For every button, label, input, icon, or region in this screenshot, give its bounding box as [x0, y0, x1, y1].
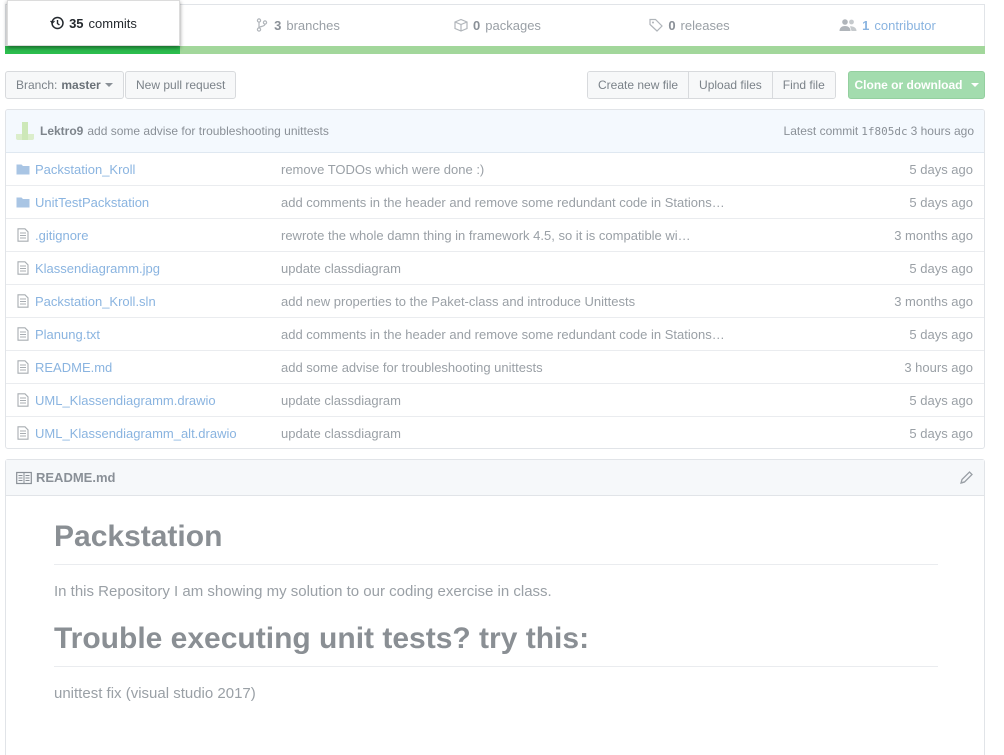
- branch-select-button[interactable]: Branch: master: [5, 71, 124, 99]
- commits-label: commits: [88, 15, 137, 31]
- file-name-link[interactable]: Planung.txt: [35, 327, 100, 342]
- commit-age: 3 hours ago: [910, 124, 974, 138]
- file-actions-group: Create new file Upload files Find file: [587, 71, 836, 99]
- file-name-link[interactable]: README.md: [35, 360, 112, 375]
- file-row: Packstation_Kroll.sln add new properties …: [6, 285, 984, 318]
- releases-count: 0: [668, 17, 676, 33]
- branch-name: master: [61, 78, 101, 92]
- file-icon: [17, 393, 29, 407]
- file-row: UML_Klassendiagramm.drawio update classdi…: [6, 384, 984, 417]
- file-commit-message[interactable]: update classdiagram: [281, 426, 401, 441]
- readme-paragraph-1: In this Repository I am showing my solut…: [54, 583, 552, 600]
- file-icon: [17, 261, 29, 275]
- file-name-link[interactable]: UnitTestPackstation: [35, 195, 149, 210]
- commit-message[interactable]: add some advise for troubleshooting unit…: [87, 124, 328, 138]
- folder-icon: [16, 164, 30, 175]
- file-icon: [17, 360, 29, 374]
- avatar[interactable]: [16, 122, 34, 140]
- commits-tab[interactable]: 35 commits: [7, 0, 180, 46]
- branch-prefix: Branch:: [16, 78, 58, 92]
- file-commit-message[interactable]: add comments in the header and remove so…: [281, 327, 725, 342]
- file-age: 3 hours ago: [904, 359, 973, 375]
- file-row: .gitignore rewrote the whole damn thing i…: [6, 219, 984, 252]
- chevron-down-icon: [104, 83, 113, 87]
- file-commit-message[interactable]: add new properties to the Paket-class an…: [281, 294, 635, 309]
- file-row: UnitTestPackstation add comments in the h…: [6, 186, 984, 219]
- contributors-count: 1: [862, 17, 870, 33]
- file-row: UML_Klassendiagramm_alt.drawio update cla…: [6, 417, 984, 448]
- package-icon: [454, 18, 468, 32]
- latest-commit-bar: Lektro9 add some advise for troubleshoot…: [6, 110, 984, 153]
- clone-or-download-label: Clone or download: [854, 78, 963, 92]
- file-age: 3 months ago: [894, 227, 973, 243]
- file-age: 5 days ago: [909, 392, 973, 408]
- file-commit-message[interactable]: remove TODOs which were done :): [281, 162, 484, 177]
- people-icon: [839, 19, 857, 31]
- file-age: 3 months ago: [894, 293, 973, 309]
- readme-heading-2: Trouble executing unit tests? try this:: [54, 622, 938, 667]
- file-icon: [17, 294, 29, 308]
- new-pull-request-label: New pull request: [136, 78, 226, 92]
- file-age: 5 days ago: [909, 194, 973, 210]
- file-name-link[interactable]: Packstation_Kroll: [35, 162, 135, 177]
- language-bar-segment: [5, 46, 180, 54]
- contributors-label: contributor: [874, 17, 936, 33]
- commit-sha[interactable]: 1f805dc: [861, 125, 907, 138]
- commit-author[interactable]: Lektro9: [40, 124, 83, 138]
- book-icon: [16, 471, 32, 484]
- branch-icon: [256, 18, 268, 32]
- branches-count: 3: [274, 17, 282, 33]
- file-name-link[interactable]: UML_Klassendiagramm.drawio: [35, 393, 216, 408]
- readme-heading-1: Packstation: [54, 520, 938, 565]
- latest-commit-label: Latest commit: [783, 124, 859, 138]
- new-pull-request-button[interactable]: New pull request: [125, 71, 237, 99]
- file-commit-message[interactable]: update classdiagram: [281, 261, 401, 276]
- file-commit-message[interactable]: add comments in the header and remove so…: [281, 195, 725, 210]
- contributors-tab[interactable]: 1 contributor: [770, 4, 1004, 46]
- create-new-file-button[interactable]: Create new file: [588, 72, 690, 98]
- pencil-icon[interactable]: [958, 470, 974, 486]
- commits-count: 35: [69, 15, 84, 31]
- file-table: Lektro9 add some advise for troubleshoot…: [5, 109, 985, 449]
- folder-icon: [16, 197, 30, 208]
- find-file-button[interactable]: Find file: [772, 72, 835, 98]
- file-commit-message[interactable]: add some advise for troubleshooting unit…: [281, 360, 543, 375]
- file-commit-message[interactable]: rewrote the whole damn thing in framewor…: [281, 228, 691, 243]
- file-name-link[interactable]: .gitignore: [35, 228, 88, 243]
- packages-label: packages: [485, 17, 541, 33]
- file-icon: [17, 426, 29, 440]
- language-bar: [5, 46, 985, 54]
- file-name-link[interactable]: Packstation_Kroll.sln: [35, 294, 156, 309]
- file-age: 5 days ago: [909, 326, 973, 342]
- readme-paragraph-2: unittest fix (visual studio 2017): [54, 685, 256, 702]
- file-icon: [17, 327, 29, 341]
- readme-header: README.md: [6, 460, 984, 496]
- file-commit-message[interactable]: update classdiagram: [281, 393, 401, 408]
- upload-files-button[interactable]: Upload files: [689, 72, 773, 98]
- file-row: Klassendiagramm.jpg update classdiagram 5 …: [6, 252, 984, 285]
- file-row: Planung.txt add comments in the header an…: [6, 318, 984, 351]
- packages-count: 0: [473, 17, 481, 33]
- tag-icon: [649, 18, 664, 32]
- file-age: 5 days ago: [909, 161, 973, 177]
- readme-content: Packstation In this Repository I am show…: [54, 520, 938, 724]
- file-age: 5 days ago: [909, 426, 973, 441]
- chevron-down-icon: [970, 83, 979, 87]
- file-icon: [17, 228, 29, 242]
- file-age: 5 days ago: [909, 260, 973, 276]
- releases-label: releases: [680, 17, 730, 33]
- clone-or-download-button[interactable]: Clone or download: [848, 71, 985, 99]
- file-name-link[interactable]: Klassendiagramm.jpg: [35, 261, 160, 276]
- file-name-link[interactable]: UML_Klassendiagramm_alt.drawio: [35, 426, 237, 441]
- readme-filename: README.md: [36, 470, 116, 485]
- history-icon: [50, 16, 64, 30]
- file-row: Packstation_Kroll remove TODOs which were…: [6, 153, 984, 186]
- branches-label: branches: [286, 17, 340, 33]
- readme-panel: README.md Packstation In this Repository…: [5, 459, 985, 755]
- file-row: README.md add some advise for troubleshoo…: [6, 351, 984, 384]
